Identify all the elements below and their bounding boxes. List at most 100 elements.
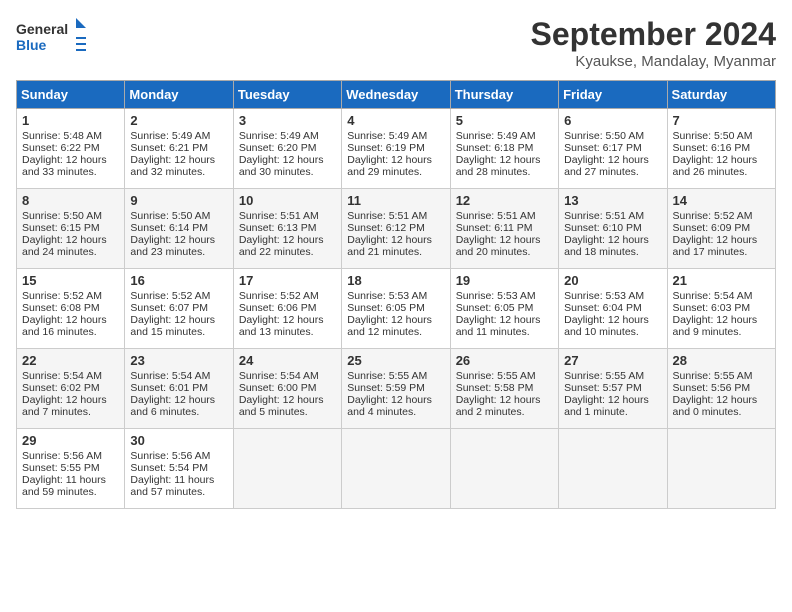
- calendar-cell: 26Sunrise: 5:55 AMSunset: 5:58 PMDayligh…: [450, 349, 558, 429]
- day-number: 24: [239, 353, 336, 368]
- sunset: Sunset: 5:55 PM: [22, 462, 100, 474]
- calendar-cell: 23Sunrise: 5:54 AMSunset: 6:01 PMDayligh…: [125, 349, 233, 429]
- sunset: Sunset: 6:08 PM: [22, 302, 100, 314]
- calendar-cell: 6Sunrise: 5:50 AMSunset: 6:17 PMDaylight…: [559, 109, 667, 189]
- daylight: Daylight: 12 hours and 16 minutes.: [22, 314, 107, 338]
- sunrise: Sunrise: 5:49 AM: [347, 130, 427, 142]
- sunrise: Sunrise: 5:54 AM: [130, 370, 210, 382]
- day-number: 20: [564, 273, 661, 288]
- sunset: Sunset: 6:21 PM: [130, 142, 208, 154]
- calendar-cell: 12Sunrise: 5:51 AMSunset: 6:11 PMDayligh…: [450, 189, 558, 269]
- calendar-cell: 14 Sunrise: 5:52 AMSunset: 6:09 PMDayligh…: [667, 189, 775, 269]
- sunset: Sunset: 5:56 PM: [673, 382, 751, 394]
- calendar-cell: 25Sunrise: 5:55 AMSunset: 5:59 PMDayligh…: [342, 349, 450, 429]
- daylight: Daylight: 12 hours and 15 minutes.: [130, 314, 215, 338]
- sunrise: Sunrise: 5:52 AM: [673, 210, 753, 222]
- calendar-cell: 20Sunrise: 5:53 AMSunset: 6:04 PMDayligh…: [559, 269, 667, 349]
- day-number: 10: [239, 193, 336, 208]
- calendar-week: 29 Sunrise: 5:56 AMSunset: 5:55 PM Dayligh…: [17, 429, 776, 509]
- sunrise: Sunrise: 5:50 AM: [564, 130, 644, 142]
- daylight: Daylight: 12 hours and 7 minutes.: [22, 394, 107, 418]
- calendar-cell: 21Sunrise: 5:54 AMSunset: 6:03 PMDayligh…: [667, 269, 775, 349]
- sunrise: Sunrise: 5:55 AM: [347, 370, 427, 382]
- sunrise: Sunrise: 5:51 AM: [347, 210, 427, 222]
- calendar-cell: 29Sunrise: 5:56 AMSunset: 5:55 PMDayligh…: [17, 429, 125, 509]
- calendar-cell: [233, 429, 341, 509]
- day-number: 16: [130, 273, 227, 288]
- sunrise: Sunrise: 5:54 AM: [239, 370, 319, 382]
- calendar-table: SundayMondayTuesdayWednesdayThursdayFrid…: [16, 80, 776, 509]
- sunrise: Sunrise: 5:56 AM: [22, 450, 102, 462]
- daylight: Daylight: 12 hours and 22 minutes.: [239, 234, 324, 258]
- sunset: Sunset: 6:06 PM: [239, 302, 317, 314]
- daylight: Daylight: 12 hours and 10 minutes.: [564, 314, 649, 338]
- day-number: 18: [347, 273, 444, 288]
- day-number: 2: [130, 113, 227, 128]
- sunset: Sunset: 6:05 PM: [456, 302, 534, 314]
- day-number: 22: [22, 353, 119, 368]
- daylight: Daylight: 12 hours and 18 minutes.: [564, 234, 649, 258]
- daylight: Daylight: 12 hours and 1 minute.: [564, 394, 649, 418]
- sunrise: Sunrise: 5:55 AM: [673, 370, 753, 382]
- title-block: September 2024 Kyaukse, Mandalay, Myanma…: [531, 16, 776, 70]
- daylight: Daylight: 12 hours and 4 minutes.: [347, 394, 432, 418]
- calendar-cell: 30Sunrise: 5:56 AMSunset: 5:54 PMDayligh…: [125, 429, 233, 509]
- daylight: Daylight: 12 hours and 5 minutes.: [239, 394, 324, 418]
- weekday-header: Monday: [125, 81, 233, 109]
- calendar-cell: [559, 429, 667, 509]
- calendar-cell: 24Sunrise: 5:54 AMSunset: 6:00 PMDayligh…: [233, 349, 341, 429]
- daylight: Daylight: 12 hours and 33 minutes.: [22, 154, 107, 178]
- day-number: 11: [347, 193, 444, 208]
- day-number: 13: [564, 193, 661, 208]
- sunrise: Sunrise: 5:55 AM: [456, 370, 536, 382]
- weekday-header: Thursday: [450, 81, 558, 109]
- sunrise: Sunrise: 5:53 AM: [564, 290, 644, 302]
- sunset: Sunset: 6:15 PM: [22, 222, 100, 234]
- day-number: 9: [130, 193, 227, 208]
- calendar-cell: 16Sunrise: 5:52 AMSunset: 6:07 PMDayligh…: [125, 269, 233, 349]
- sunset: Sunset: 6:19 PM: [347, 142, 425, 154]
- daylight: Daylight: 12 hours and 20 minutes.: [456, 234, 541, 258]
- sunrise: Sunrise: 5:51 AM: [239, 210, 319, 222]
- sunset: Sunset: 6:03 PM: [673, 302, 751, 314]
- sunrise: Sunrise: 5:55 AM: [564, 370, 644, 382]
- day-number: 6: [564, 113, 661, 128]
- month-title: September 2024: [531, 16, 776, 53]
- calendar-cell: [342, 429, 450, 509]
- sunset: Sunset: 6:11 PM: [456, 222, 533, 234]
- calendar-cell: 7Sunrise: 5:50 AMSunset: 6:16 PMDaylight…: [667, 109, 775, 189]
- sunrise: Sunrise: 5:49 AM: [456, 130, 536, 142]
- calendar-week: 1Sunrise: 5:48 AMSunset: 6:22 PMDaylight…: [17, 109, 776, 189]
- daylight: Daylight: 12 hours and 9 minutes.: [673, 314, 758, 338]
- calendar-week: 8Sunrise: 5:50 AMSunset: 6:15 PMDaylight…: [17, 189, 776, 269]
- weekday-header: Sunday: [17, 81, 125, 109]
- sunset: Sunset: 6:05 PM: [347, 302, 425, 314]
- sunset: Sunset: 6:10 PM: [564, 222, 642, 234]
- daylight: Daylight: 12 hours and 13 minutes.: [239, 314, 324, 338]
- sunset: Sunset: 5:58 PM: [456, 382, 534, 394]
- sunset: Sunset: 6:09 PM: [673, 222, 751, 234]
- logo: General Blue: [16, 16, 86, 60]
- sunset: Sunset: 6:22 PM: [22, 142, 100, 154]
- day-number: 8: [22, 193, 119, 208]
- weekday-header: Friday: [559, 81, 667, 109]
- daylight: Daylight: 12 hours and 30 minutes.: [239, 154, 324, 178]
- calendar-cell: 10Sunrise: 5:51 AMSunset: 6:13 PMDayligh…: [233, 189, 341, 269]
- daylight: Daylight: 12 hours and 17 minutes.: [673, 234, 758, 258]
- calendar-cell: 15Sunrise: 5:52 AMSunset: 6:08 PMDayligh…: [17, 269, 125, 349]
- calendar-cell: 8Sunrise: 5:50 AMSunset: 6:15 PMDaylight…: [17, 189, 125, 269]
- sunset: Sunset: 6:01 PM: [130, 382, 208, 394]
- day-number: 23: [130, 353, 227, 368]
- daylight: Daylight: 12 hours and 24 minutes.: [22, 234, 107, 258]
- daylight: Daylight: 11 hours and 57 minutes.: [130, 474, 214, 498]
- daylight: Daylight: 12 hours and 27 minutes.: [564, 154, 649, 178]
- sunrise: Sunrise: 5:52 AM: [130, 290, 210, 302]
- calendar-week: 22Sunrise: 5:54 AMSunset: 6:02 PMDayligh…: [17, 349, 776, 429]
- sunrise: Sunrise: 5:54 AM: [673, 290, 753, 302]
- sunrise: Sunrise: 5:54 AM: [22, 370, 102, 382]
- sunrise: Sunrise: 5:50 AM: [130, 210, 210, 222]
- day-number: 14: [673, 193, 770, 208]
- day-number: 29: [22, 433, 119, 448]
- calendar-cell: 17Sunrise: 5:52 AMSunset: 6:06 PMDayligh…: [233, 269, 341, 349]
- sunset: Sunset: 6:16 PM: [673, 142, 751, 154]
